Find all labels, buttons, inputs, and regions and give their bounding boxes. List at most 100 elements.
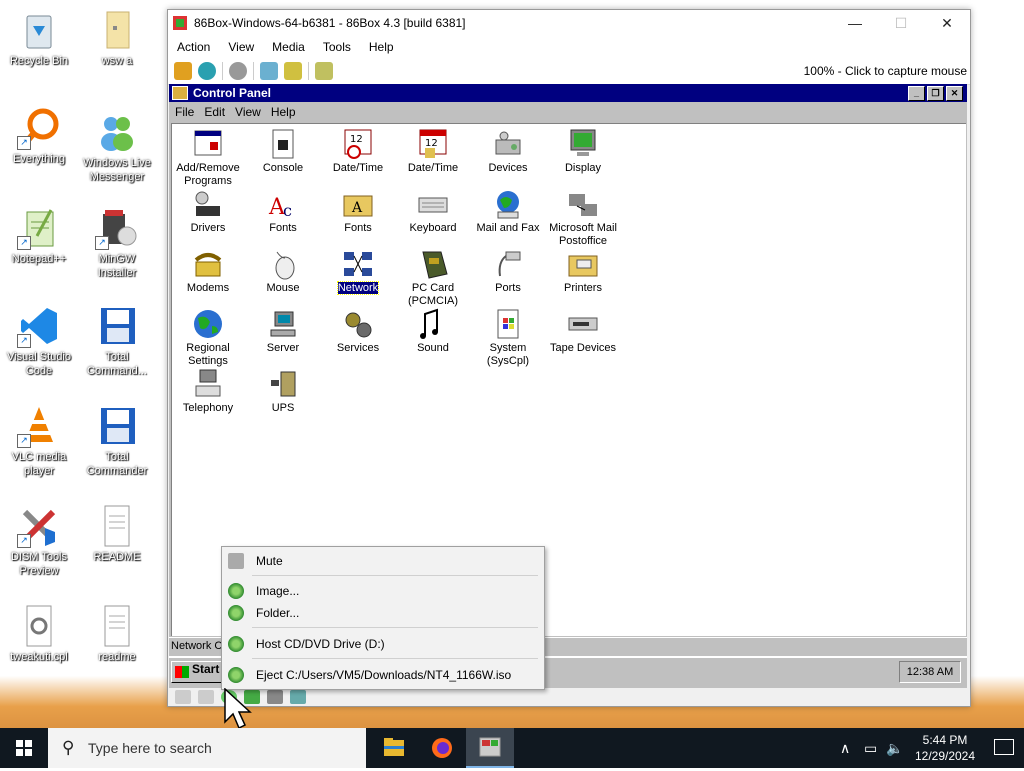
start-button[interactable]	[0, 728, 48, 768]
cp-item-telephony[interactable]: Telephony	[170, 368, 246, 415]
taskbar-search-box[interactable]: ⚲ Type here to search	[48, 728, 366, 768]
ctrl-alt-del-icon[interactable]	[260, 62, 278, 80]
menu-media[interactable]: Media	[263, 40, 314, 54]
cp-item-fonts[interactable]: Ac Fonts	[245, 188, 321, 235]
taskbar-app-file-explorer[interactable]	[370, 728, 418, 768]
capture-mouse-hint[interactable]: 100% - Click to capture mouse	[804, 64, 967, 78]
cp-menu-view[interactable]: View	[231, 105, 265, 119]
cp-minimize-button[interactable]: _	[908, 85, 925, 101]
notepad-icon: ↗	[17, 206, 61, 250]
cp-item-server[interactable]: Server	[245, 308, 321, 355]
menu-view[interactable]: View	[219, 40, 263, 54]
settings-icon[interactable]	[315, 62, 333, 80]
control-panel-title-bar[interactable]: Control Panel _ ❐ ✕	[169, 84, 967, 102]
menu-separator	[252, 658, 538, 659]
cp-item-mail-and-fax[interactable]: Mail and Fax	[470, 188, 546, 235]
minimize-button[interactable]: —	[832, 15, 878, 31]
cp-item-pc-card[interactable]: PC Card (PCMCIA)	[395, 248, 471, 308]
desktop-icon-total-commander-64[interactable]: Total Command...	[78, 304, 156, 378]
desktop-icon-mingw[interactable]: ↗ MinGW Installer	[78, 206, 156, 280]
cp-item-drivers[interactable]: Drivers	[170, 188, 246, 235]
cp-restore-button[interactable]: ❐	[927, 85, 944, 101]
cp-item-console[interactable]: Console	[245, 128, 321, 175]
cp-item-network[interactable]: Network	[320, 248, 396, 295]
cp-item-date-time-2[interactable]: 12 Date/Time	[395, 128, 471, 175]
desktop-icon-dism-tools[interactable]: ↗ DISM Tools Preview	[0, 504, 78, 578]
cp-item-services[interactable]: Services	[320, 308, 396, 355]
desktop-icon-readme[interactable]: readme	[78, 604, 156, 664]
cp-item-keyboard[interactable]: Keyboard	[395, 188, 471, 235]
cp-item-display[interactable]: Display	[545, 128, 621, 175]
vscode-icon: ↗	[17, 304, 61, 348]
folder-icon	[95, 8, 139, 52]
desktop-icon-total-commander[interactable]: Total Commander	[78, 404, 156, 478]
cp-item-mail-postoffice[interactable]: Microsoft Mail Postoffice	[545, 188, 621, 248]
desktop-icon-readme-txt[interactable]: README	[78, 504, 156, 564]
desktop-icon-folder[interactable]: wsw a	[78, 8, 156, 68]
cp-close-button[interactable]: ✕	[946, 85, 963, 101]
cp-item-regional-settings[interactable]: Regional Settings	[170, 308, 246, 368]
desktop-icon-messenger[interactable]: Windows Live Messenger	[78, 110, 156, 184]
postoffice-icon	[567, 188, 599, 220]
menu-item-host-drive[interactable]: Host CD/DVD Drive (D:)	[222, 633, 544, 655]
cp-item-add-remove-programs[interactable]: Add/Remove Programs	[170, 128, 246, 188]
menu-item-image[interactable]: Image...	[222, 580, 544, 602]
cp-item-modems[interactable]: Modems	[170, 248, 246, 295]
document-icon	[95, 604, 139, 648]
ctrl-alt-esc-icon[interactable]	[284, 62, 302, 80]
desktop-icon-recycle-bin[interactable]: Recycle Bin	[0, 8, 78, 68]
reset-icon[interactable]	[198, 62, 216, 80]
svg-text:12: 12	[425, 138, 438, 149]
cd-icon	[228, 667, 244, 683]
cp-item-sound[interactable]: Sound	[395, 308, 471, 355]
cp-item-date-time[interactable]: 12 Date/Time	[320, 128, 396, 175]
menu-action[interactable]: Action	[168, 40, 219, 54]
cp-menu-edit[interactable]: Edit	[200, 105, 229, 119]
menu-item-mute[interactable]: Mute	[222, 550, 544, 572]
network-tray-icon[interactable]: ▭	[864, 740, 877, 757]
taskbar-app-firefox[interactable]	[418, 728, 466, 768]
menu-item-eject[interactable]: Eject C:/Users/VM5/Downloads/NT4_1166W.i…	[222, 664, 544, 686]
notification-icon[interactable]	[994, 739, 1014, 755]
toolbar-separator	[308, 62, 309, 80]
cp-item-tape-devices[interactable]: Tape Devices	[545, 308, 621, 355]
taskbar-app-86box[interactable]	[466, 728, 514, 768]
nt-start-button[interactable]: Start	[171, 661, 227, 683]
volume-muted-icon[interactable]: 🔈	[886, 740, 903, 757]
cp-item-ports[interactable]: Ports	[470, 248, 546, 295]
emulator-title-bar[interactable]: 86Box-Windows-64-b6381 - 86Box 4.3 [buil…	[168, 10, 970, 36]
desktop-icon-tweakui[interactable]: tweakuti.cpl	[0, 604, 78, 664]
floppy-drive-icon[interactable]	[198, 690, 214, 704]
cp-item-mouse[interactable]: Mouse	[245, 248, 321, 295]
floppy-drive-icon[interactable]	[175, 690, 191, 704]
tape-drive-icon	[567, 308, 599, 340]
svg-text:c: c	[283, 201, 292, 220]
chevron-up-icon[interactable]: ∧	[840, 740, 850, 757]
desktop-icon-vlc[interactable]: ↗ VLC media player	[0, 404, 78, 478]
cp-item-devices[interactable]: Devices	[470, 128, 546, 175]
cp-menu-file[interactable]: File	[171, 105, 198, 119]
power-icon[interactable]	[229, 62, 247, 80]
cp-item-printers[interactable]: Printers	[545, 248, 621, 295]
server-icon	[267, 308, 299, 340]
menu-help[interactable]: Help	[360, 40, 403, 54]
desktop-icon-vscode[interactable]: ↗ Visual Studio Code	[0, 304, 78, 378]
console-icon	[267, 128, 299, 160]
menu-item-folder[interactable]: Folder...	[222, 602, 544, 624]
hard-disk-icon[interactable]	[267, 690, 283, 704]
cp-item-fonts-folder[interactable]: A Fonts	[320, 188, 396, 235]
desktop-icon-notepad[interactable]: ↗ Notepad++	[0, 206, 78, 266]
ups-icon	[267, 368, 299, 400]
cp-item-system[interactable]: System (SysCpl)	[470, 308, 546, 368]
desktop-icon-everything[interactable]: ↗ Everything	[0, 106, 78, 166]
cp-menu-help[interactable]: Help	[267, 105, 300, 119]
menu-separator	[252, 627, 538, 628]
cp-item-ups[interactable]: UPS	[245, 368, 321, 415]
pause-icon[interactable]	[174, 62, 192, 80]
maximize-button[interactable]: ☐	[878, 15, 924, 32]
toolbar-separator	[222, 62, 223, 80]
menu-tools[interactable]: Tools	[314, 40, 360, 54]
close-button[interactable]: ✕	[924, 15, 970, 32]
taskbar-clock[interactable]: 5:44 PM 12/29/2024	[910, 732, 980, 764]
sound-status-icon[interactable]	[290, 690, 306, 704]
